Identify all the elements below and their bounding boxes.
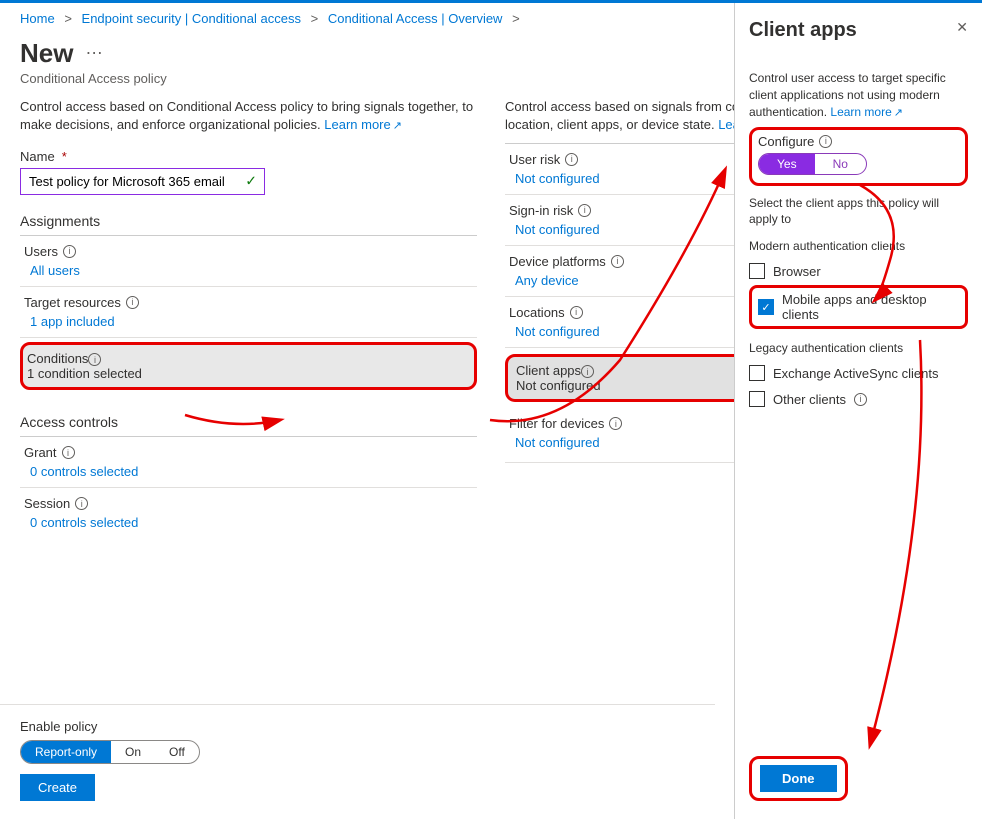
info-icon[interactable]: i	[126, 296, 139, 309]
configure-no[interactable]: No	[815, 154, 866, 174]
configure-toggle[interactable]: Yes No	[758, 153, 867, 175]
breadcrumb-conditional[interactable]: Conditional Access | Overview	[328, 11, 503, 26]
enable-policy-toggle[interactable]: Report-only On Off	[20, 740, 200, 764]
conditions-value[interactable]: 1 condition selected	[27, 366, 468, 381]
toggle-report-only[interactable]: Report-only	[21, 741, 111, 763]
assignments-heading: Assignments	[20, 213, 477, 236]
toggle-off[interactable]: Off	[155, 741, 199, 763]
footer-bar: Enable policy Report-only On Off Create	[0, 704, 715, 819]
grant-row[interactable]: Granti 0 controls selected	[20, 437, 477, 488]
users-value[interactable]: All users	[24, 263, 477, 278]
info-icon[interactable]: i	[819, 135, 832, 148]
panel-intro: Control user access to target specific c…	[749, 70, 968, 121]
conditions-row-highlight: Conditionsi 1 condition selected	[20, 342, 477, 391]
info-icon[interactable]: i	[63, 245, 76, 258]
target-resources-row[interactable]: Target resourcesi 1 app included	[20, 287, 477, 338]
info-icon[interactable]: i	[578, 204, 591, 217]
info-icon[interactable]: i	[854, 393, 867, 406]
enable-policy-label: Enable policy	[20, 719, 695, 734]
info-icon[interactable]: i	[609, 417, 622, 430]
close-icon[interactable]: ✕	[956, 19, 968, 36]
info-icon[interactable]: i	[581, 365, 594, 378]
external-link-icon: ↗	[894, 107, 903, 119]
modern-auth-group-label: Modern authentication clients	[749, 239, 968, 253]
info-icon[interactable]: i	[75, 497, 88, 510]
session-row[interactable]: Sessioni 0 controls selected	[20, 488, 477, 538]
checkbox-icon-checked: ✓	[758, 299, 774, 315]
learn-more-link-panel[interactable]: Learn more↗	[830, 105, 903, 119]
info-icon[interactable]: i	[570, 306, 583, 319]
select-apps-text: Select the client apps this policy will …	[749, 196, 968, 227]
learn-more-link-1[interactable]: Learn more↗	[324, 117, 402, 132]
checkbox-mobile-apps[interactable]: ✓ Mobile apps and desktop clients	[758, 292, 959, 322]
column-assignments: Control access based on Conditional Acce…	[20, 98, 477, 538]
checkbox-browser[interactable]: Browser	[749, 263, 968, 279]
checkbox-other-clients[interactable]: Other clients i	[749, 391, 968, 407]
checkbox-mobile-highlight: ✓ Mobile apps and desktop clients	[749, 285, 968, 329]
breadcrumb-home[interactable]: Home	[20, 11, 55, 26]
external-link-icon: ↗	[393, 120, 402, 132]
intro-text-1: Control access based on Conditional Acce…	[20, 98, 477, 135]
info-icon[interactable]: i	[62, 446, 75, 459]
checkbox-exchange-activesync[interactable]: Exchange ActiveSync clients	[749, 365, 968, 381]
policy-name-input[interactable]	[20, 168, 265, 195]
breadcrumb-endpoint[interactable]: Endpoint security | Conditional access	[82, 11, 301, 26]
check-icon: ✓	[245, 173, 257, 190]
access-controls-heading: Access controls	[20, 414, 477, 437]
panel-title: Client apps	[749, 19, 857, 42]
create-button[interactable]: Create	[20, 774, 95, 801]
checkbox-icon	[749, 365, 765, 381]
done-button-highlight: Done	[749, 756, 848, 801]
info-icon[interactable]: i	[611, 255, 624, 268]
legacy-auth-group-label: Legacy authentication clients	[749, 341, 968, 355]
toggle-on[interactable]: On	[111, 741, 155, 763]
more-menu-icon[interactable]: …	[85, 38, 103, 58]
name-label: Name*	[20, 149, 477, 164]
done-button[interactable]: Done	[760, 765, 837, 792]
info-icon[interactable]: i	[88, 353, 101, 366]
session-value[interactable]: 0 controls selected	[24, 515, 477, 530]
configure-yes[interactable]: Yes	[759, 154, 815, 174]
page-title: New	[20, 38, 73, 68]
grant-value[interactable]: 0 controls selected	[24, 464, 477, 479]
checkbox-icon	[749, 263, 765, 279]
info-icon[interactable]: i	[565, 153, 578, 166]
users-row[interactable]: Usersi All users	[20, 236, 477, 287]
checkbox-icon	[749, 391, 765, 407]
target-value[interactable]: 1 app included	[24, 314, 477, 329]
configure-block-highlight: Configurei Yes No	[749, 127, 968, 186]
client-apps-panel: Client apps ✕ Control user access to tar…	[734, 3, 982, 819]
